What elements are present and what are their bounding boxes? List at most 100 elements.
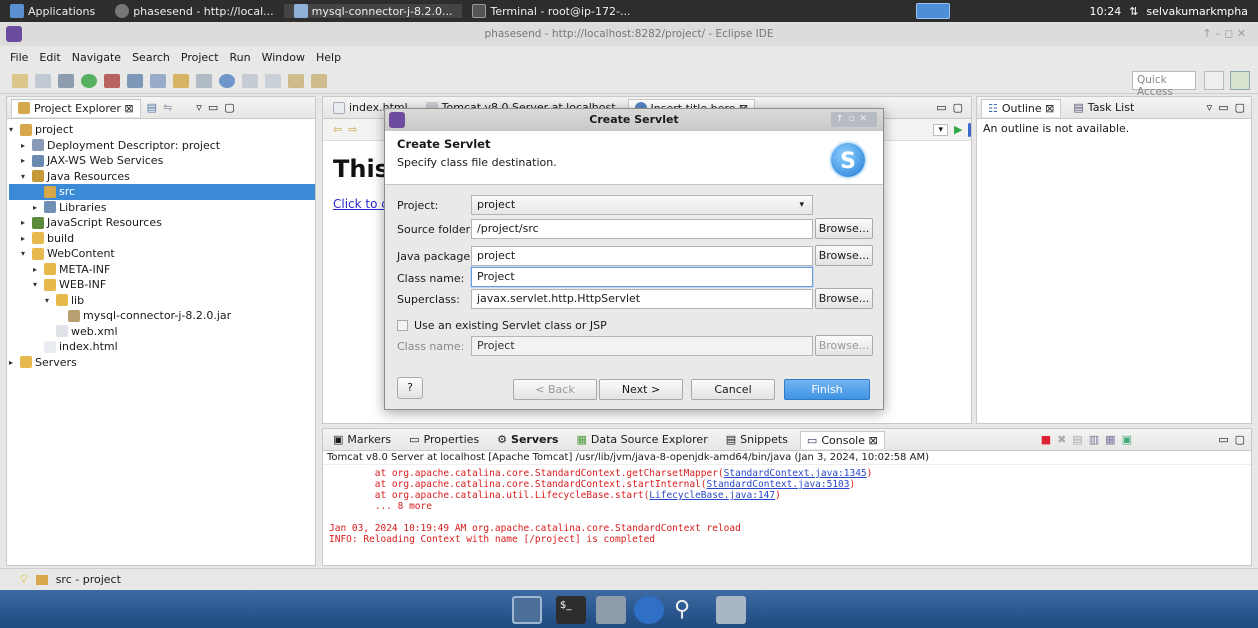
link-editor-icon[interactable]: ⇋ — [163, 101, 172, 114]
new-server-icon[interactable] — [127, 73, 143, 88]
existing-servlet-checkbox[interactable] — [397, 319, 408, 331]
tree-item[interactable]: index.html — [9, 339, 315, 355]
tree-item[interactable]: ▾ lib — [9, 293, 315, 309]
run-icon[interactable] — [81, 73, 97, 88]
window-controls[interactable]: ↑ – ◻ ✕ — [1202, 22, 1246, 46]
source-folder-input[interactable]: /project/src — [471, 219, 813, 239]
taskbar-item-folder[interactable]: mysql-connector-j-8.2.0... — [283, 4, 463, 18]
tree-item[interactable]: ▸ META-INF — [9, 262, 315, 278]
cancel-button[interactable]: Cancel — [691, 379, 775, 400]
pin-console-icon[interactable]: ▦ — [1105, 433, 1115, 446]
display-console-icon[interactable]: ▣ — [1122, 433, 1132, 446]
view-menu-icon[interactable]: ▿ — [196, 101, 202, 114]
open-perspective-icon[interactable] — [1204, 71, 1224, 90]
web-browser-icon[interactable] — [219, 73, 235, 88]
menu-help[interactable]: Help — [316, 51, 341, 64]
applications-menu[interactable]: Applications — [0, 4, 105, 18]
clear-console-icon[interactable]: ▤ — [1072, 433, 1082, 446]
dialog-window-controls[interactable]: ↑▫✕ — [831, 112, 877, 127]
file-manager-icon[interactable] — [716, 596, 746, 624]
help-button[interactable]: ? — [397, 377, 423, 399]
home-folder-icon[interactable] — [596, 596, 626, 624]
show-desktop-icon[interactable] — [512, 596, 542, 624]
minimize-icon[interactable]: ▭ — [936, 101, 946, 114]
scroll-lock-icon[interactable]: ▥ — [1089, 433, 1099, 446]
web-browser-icon[interactable] — [634, 596, 664, 624]
browser-open-external-icon[interactable] — [968, 122, 971, 137]
tree-item[interactable]: ▸ Libraries — [9, 200, 315, 216]
browser-url-dropdown-icon[interactable]: ▾ — [933, 123, 948, 136]
remove-launch-icon[interactable]: ✖ — [1057, 433, 1066, 446]
tree-item[interactable]: ▸ JavaScript Resources — [9, 215, 315, 231]
stacktrace-link[interactable]: StandardContext.java:5103 — [707, 479, 850, 490]
expand-toggle-icon[interactable]: ▾ — [21, 169, 29, 185]
stacktrace-link[interactable]: LifecycleBase.java:147 — [649, 490, 775, 501]
tree-item[interactable]: src — [9, 184, 315, 200]
tree-item[interactable]: ▸ build — [9, 231, 315, 247]
expand-toggle-icon[interactable]: ▸ — [33, 262, 41, 278]
tree-item[interactable]: ▸ Servers — [9, 355, 315, 371]
tab-console[interactable]: ▭ Console ⊠ — [799, 430, 885, 449]
maximize-icon[interactable]: ▢ — [953, 101, 963, 114]
toggle-mark-icon[interactable] — [242, 73, 258, 88]
maximize-icon[interactable]: ▢ — [224, 101, 234, 114]
tree-item[interactable]: ▾ WEB-INF — [9, 277, 315, 293]
tab-markers[interactable]: ▣ Markers — [327, 431, 397, 448]
terminal-icon[interactable]: $_ — [556, 596, 586, 624]
workspace-switcher[interactable] — [916, 3, 950, 19]
browser-forward-icon[interactable]: ⇨ — [348, 123, 357, 136]
tab-outline[interactable]: ☷ Outline ⊠ — [981, 98, 1062, 117]
browser-back-icon[interactable]: ⇦ — [333, 123, 342, 136]
maximize-icon[interactable]: ▢ — [1235, 101, 1245, 114]
minimize-icon[interactable]: ▭ — [208, 101, 218, 114]
browse-superclass-button[interactable]: Browse... — [815, 288, 873, 309]
page-link[interactable]: Click to c — [333, 197, 388, 211]
menu-project[interactable]: Project — [181, 51, 219, 64]
tree-item[interactable]: ▸ JAX-WS Web Services — [9, 153, 315, 169]
taskbar-item-terminal[interactable]: Terminal - root@ip-172-... — [462, 4, 640, 18]
class-name-input[interactable]: Project — [471, 267, 813, 287]
expand-toggle-icon[interactable]: ▸ — [21, 231, 29, 247]
next-annotation-icon[interactable] — [265, 73, 281, 88]
tab-snippets[interactable]: ▤ Snippets — [720, 431, 794, 448]
tip-icon[interactable]: 💡︎ — [20, 573, 28, 587]
save-icon[interactable] — [35, 73, 51, 88]
view-menu-icon[interactable]: ▿ — [1207, 101, 1213, 114]
browse-source-button[interactable]: Browse... — [815, 218, 873, 239]
expand-toggle-icon[interactable]: ▾ — [21, 246, 29, 262]
expand-toggle-icon[interactable]: ▾ — [33, 277, 41, 293]
menu-search[interactable]: Search — [132, 51, 170, 64]
minimize-icon[interactable]: ▭ — [1218, 433, 1228, 446]
expand-toggle-icon[interactable]: ▾ — [45, 293, 53, 309]
user-name[interactable]: selvakumarkmpha — [1146, 5, 1248, 18]
minimize-icon[interactable]: ▭ — [1218, 101, 1228, 114]
back-icon[interactable] — [288, 73, 304, 88]
expand-toggle-icon[interactable]: ▾ — [9, 122, 17, 138]
tree-item[interactable]: mysql-connector-j-8.2.0.jar — [9, 308, 315, 324]
menu-file[interactable]: File — [10, 51, 28, 64]
menu-edit[interactable]: Edit — [39, 51, 60, 64]
next-button[interactable]: Next > — [599, 379, 683, 400]
menu-window[interactable]: Window — [262, 51, 305, 64]
tab-data-source-explorer[interactable]: ▦ Data Source Explorer — [570, 431, 713, 448]
new-java-project-icon[interactable] — [150, 73, 166, 88]
terminate-icon[interactable]: ■ — [1041, 433, 1051, 446]
browser-go-icon[interactable]: ▶ — [954, 123, 962, 136]
new-icon[interactable] — [12, 73, 28, 88]
external-tools-icon[interactable] — [104, 73, 120, 88]
tab-properties[interactable]: ▭ Properties — [403, 431, 485, 448]
tree-item[interactable]: ▾ project — [9, 122, 315, 138]
tree-item[interactable]: ▾ WebContent — [9, 246, 315, 262]
menu-navigate[interactable]: Navigate — [72, 51, 121, 64]
java-ee-perspective-icon[interactable] — [1230, 71, 1250, 90]
tab-project-explorer[interactable]: Project Explorer ⊠ — [11, 98, 141, 117]
tab-servers[interactable]: ⚙ Servers — [491, 431, 564, 448]
debug-icon[interactable] — [58, 73, 74, 88]
forward-icon[interactable] — [311, 73, 327, 88]
finish-button[interactable]: Finish — [784, 379, 870, 400]
maximize-icon[interactable]: ▢ — [1235, 433, 1245, 446]
open-type-icon[interactable] — [173, 73, 189, 88]
expand-toggle-icon[interactable]: ▸ — [9, 355, 17, 371]
superclass-input[interactable]: javax.servlet.http.HttpServlet — [471, 289, 813, 309]
tree-item[interactable]: ▸ Deployment Descriptor: project — [9, 138, 315, 154]
